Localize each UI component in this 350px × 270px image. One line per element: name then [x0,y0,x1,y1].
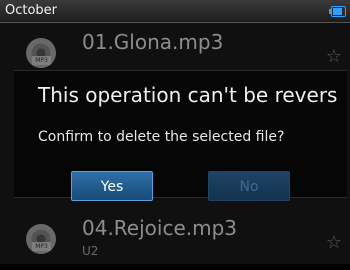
star-icon[interactable]: ☆ [326,232,342,253]
dialog-message: Confirm to delete the selected file? [38,129,285,145]
track-title: 04.Rejoice.mp3 [82,216,238,240]
no-button[interactable]: No [208,171,290,201]
list-item[interactable]: MP3 04.Rejoice.mp3 U2 ☆ [0,210,350,270]
yes-button[interactable]: Yes [71,171,153,201]
status-bar: October [0,0,350,23]
dialog-title: This operation can't be revers [38,83,338,107]
mp3-badge: MP3 [32,242,51,251]
battery-icon [329,6,346,17]
confirm-delete-dialog: This operation can't be revers Confirm t… [14,70,347,201]
disc-icon: MP3 [26,224,56,254]
screen: October MP3 01.Glona.mp3 ☆ MP3 04.Rejoic… [0,0,350,264]
track-artist: U2 [82,244,99,258]
folder-title: October [5,3,58,18]
disc-icon: MP3 [26,38,56,68]
mp3-badge: MP3 [32,56,51,65]
star-icon[interactable]: ☆ [326,46,342,67]
track-title: 01.Glona.mp3 [82,30,224,54]
